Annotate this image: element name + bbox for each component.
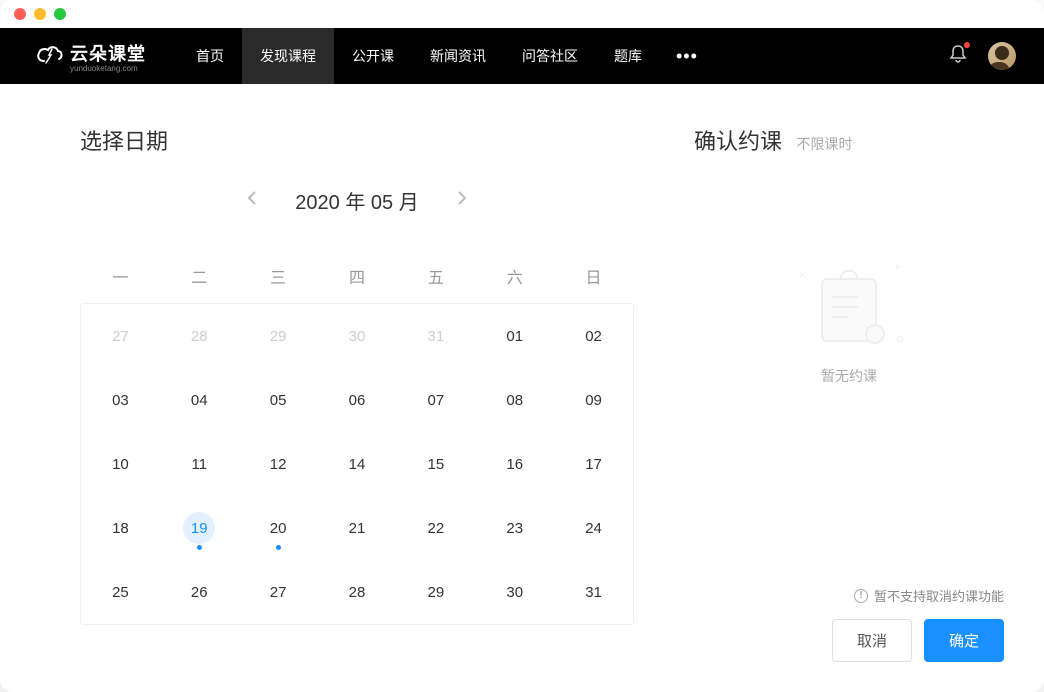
calendar-day[interactable]: 09 — [554, 368, 633, 432]
window-titlebar — [0, 0, 1044, 28]
calendar-day[interactable]: 31 — [554, 560, 633, 624]
weekday-header: 一 — [81, 250, 160, 302]
cloud-icon — [36, 43, 64, 70]
clipboard-empty-icon: × + — [813, 266, 885, 346]
calendar-day[interactable]: 25 — [81, 560, 160, 624]
calendar-day[interactable]: 03 — [81, 368, 160, 432]
nav-item-3[interactable]: 新闻资讯 — [412, 28, 504, 84]
calendar-day[interactable]: 14 — [318, 432, 397, 496]
nav-item-4[interactable]: 问答社区 — [504, 28, 596, 84]
nav-more-button[interactable]: ••• — [660, 46, 714, 67]
avatar[interactable] — [988, 42, 1016, 70]
calendar-day[interactable]: 06 — [318, 368, 397, 432]
calendar-day: 30 — [318, 304, 397, 368]
notifications-button[interactable] — [948, 44, 968, 69]
maximize-window-icon[interactable] — [54, 8, 66, 20]
nav-item-0[interactable]: 首页 — [178, 28, 242, 84]
calendar-day: 27 — [81, 304, 160, 368]
calendar-day[interactable]: 10 — [81, 432, 160, 496]
confirm-subtitle: 不限课时 — [796, 136, 852, 152]
calendar-day[interactable]: 11 — [160, 432, 239, 496]
calendar-day[interactable]: 23 — [475, 496, 554, 560]
topbar: 云朵课堂 yunduoketang.com 首页发现课程公开课新闻资讯问答社区题… — [0, 28, 1044, 84]
prev-month-button[interactable] — [241, 184, 263, 217]
event-indicator-icon — [276, 545, 281, 550]
weekday-header: 二 — [160, 250, 239, 302]
calendar-header: 2020 年 05 月 — [80, 184, 634, 217]
empty-state: × + 暂无约课 — [694, 266, 1004, 386]
calendar-day[interactable]: 22 — [396, 496, 475, 560]
minimize-window-icon[interactable] — [34, 8, 46, 20]
chevron-right-icon — [457, 190, 467, 206]
calendar-day[interactable]: 18 — [81, 496, 160, 560]
cancel-button[interactable]: 取消 — [832, 619, 912, 662]
calendar-day: 28 — [160, 304, 239, 368]
logo[interactable]: 云朵课堂 yunduoketang.com — [36, 40, 146, 73]
calendar-day[interactable]: 16 — [475, 432, 554, 496]
calendar-day: 31 — [396, 304, 475, 368]
weekday-header: 四 — [318, 250, 397, 302]
warning-message: ! 暂不支持取消约课功能 — [694, 586, 1004, 605]
warning-text: 暂不支持取消约课功能 — [874, 586, 1004, 605]
logo-subtext: yunduoketang.com — [70, 64, 146, 73]
close-window-icon[interactable] — [14, 8, 26, 20]
calendar-day[interactable]: 05 — [239, 368, 318, 432]
notification-badge — [964, 42, 970, 48]
calendar-day[interactable]: 21 — [318, 496, 397, 560]
event-indicator-icon — [197, 545, 202, 550]
calendar-day: 29 — [239, 304, 318, 368]
info-icon: ! — [854, 589, 868, 603]
weekday-header: 三 — [239, 250, 318, 302]
nav-item-1[interactable]: 发现课程 — [242, 28, 334, 84]
calendar-day[interactable]: 19 — [160, 496, 239, 560]
calendar-day[interactable]: 28 — [318, 560, 397, 624]
empty-state-text: 暂无约课 — [694, 366, 1004, 386]
calendar-day[interactable]: 27 — [239, 560, 318, 624]
weekday-header: 五 — [396, 250, 475, 302]
weekday-header: 日 — [554, 250, 633, 302]
chevron-left-icon — [247, 190, 257, 206]
calendar-day[interactable]: 01 — [475, 304, 554, 368]
calendar-day[interactable]: 24 — [554, 496, 633, 560]
calendar-day[interactable]: 20 — [239, 496, 318, 560]
weekday-header: 六 — [475, 250, 554, 302]
nav-item-2[interactable]: 公开课 — [334, 28, 412, 84]
calendar-day[interactable]: 04 — [160, 368, 239, 432]
confirm-title: 确认约课 — [694, 124, 782, 156]
calendar-day[interactable]: 12 — [239, 432, 318, 496]
calendar-day[interactable]: 29 — [396, 560, 475, 624]
calendar-day[interactable]: 15 — [396, 432, 475, 496]
next-month-button[interactable] — [451, 184, 473, 217]
calendar-title: 选择日期 — [80, 124, 634, 156]
calendar-day[interactable]: 30 — [475, 560, 554, 624]
confirm-button[interactable]: 确定 — [924, 619, 1004, 662]
calendar-day[interactable]: 08 — [475, 368, 554, 432]
calendar-day[interactable]: 07 — [396, 368, 475, 432]
calendar-day[interactable]: 02 — [554, 304, 633, 368]
calendar-day[interactable]: 26 — [160, 560, 239, 624]
calendar-day[interactable]: 17 — [554, 432, 633, 496]
nav-item-5[interactable]: 题库 — [596, 28, 660, 84]
calendar-month-label: 2020 年 05 月 — [295, 186, 418, 215]
logo-text: 云朵课堂 — [70, 40, 146, 66]
